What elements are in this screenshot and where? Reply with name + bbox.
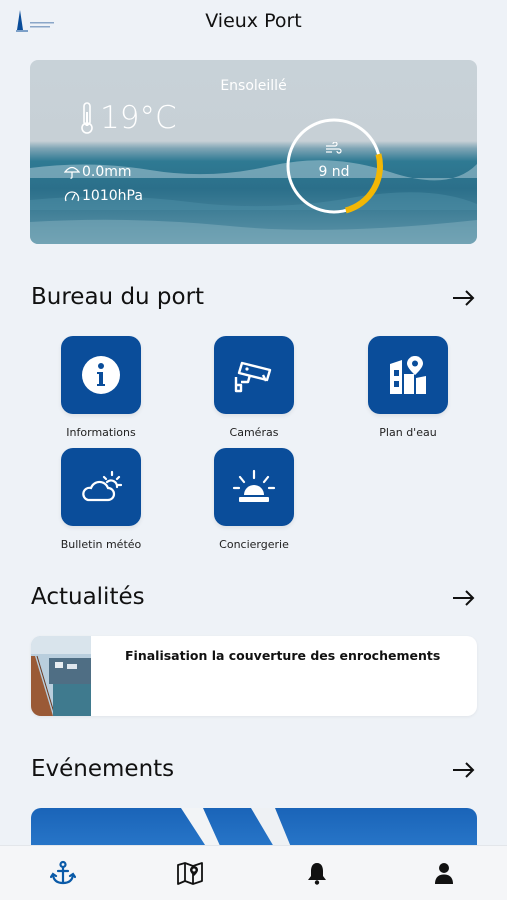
- plan-d-eau-button[interactable]: [368, 336, 448, 414]
- arrow-right-icon[interactable]: [452, 588, 476, 608]
- tile-informations[interactable]: Informations: [26, 336, 176, 439]
- section-title-bureau: Bureau du port: [31, 284, 205, 310]
- temperature-value: 19°C: [100, 100, 177, 136]
- bottom-navigation: [0, 845, 507, 900]
- conciergerie-button[interactable]: [214, 448, 294, 526]
- pressure-row: 1010hPa: [64, 188, 143, 204]
- rain-row: 0.0mm: [64, 164, 132, 180]
- umbrella-icon: [64, 166, 80, 179]
- informations-button[interactable]: [61, 336, 141, 414]
- cameras-button[interactable]: [214, 336, 294, 414]
- section-title-actualites: Actualités: [31, 584, 145, 610]
- tile-cameras[interactable]: Caméras: [179, 336, 329, 439]
- camera-icon: [234, 361, 272, 393]
- map-pin-icon: [390, 356, 426, 394]
- bell-icon: [307, 863, 326, 885]
- pressure-gauge-icon: [64, 191, 80, 202]
- pressure-value: 1010hPa: [82, 188, 143, 204]
- nav-notifications[interactable]: [297, 853, 337, 893]
- tile-bulletin-meteo[interactable]: Bulletin météo: [26, 448, 176, 551]
- tile-label: Bulletin météo: [60, 538, 142, 551]
- news-title: Finalisation la couverture des enrocheme…: [125, 648, 441, 663]
- rain-value: 0.0mm: [82, 164, 132, 180]
- temperature-row: 19°C: [80, 100, 177, 136]
- news-card[interactable]: Finalisation la couverture des enrocheme…: [31, 636, 477, 716]
- section-title-evenements: Evénements: [31, 756, 175, 782]
- thermometer-icon: [81, 102, 93, 134]
- arrow-right-icon[interactable]: [452, 288, 476, 308]
- nav-home[interactable]: [43, 853, 83, 893]
- header: Vieux Port: [0, 0, 507, 42]
- page-title: Vieux Port: [205, 10, 302, 32]
- user-icon: [434, 863, 453, 884]
- tile-label: Informations: [66, 426, 136, 439]
- weather-card[interactable]: Ensoleillé 19°C 0.0mm 1010hPa 9 nd: [30, 60, 477, 244]
- anchor-icon: [50, 860, 77, 885]
- wind-icon: [326, 142, 342, 154]
- port-logo: [16, 10, 54, 32]
- tile-label: Plan d'eau: [379, 426, 437, 439]
- arrow-right-icon[interactable]: [452, 760, 476, 780]
- siren-icon: [232, 469, 276, 502]
- tile-label: Caméras: [229, 426, 279, 439]
- bulletin-meteo-button[interactable]: [61, 448, 141, 526]
- tile-plan-d-eau[interactable]: Plan d'eau: [333, 336, 483, 439]
- tile-label: Conciergerie: [219, 538, 289, 551]
- info-icon: [82, 356, 120, 394]
- news-thumbnail: [31, 636, 91, 716]
- nav-profile[interactable]: [424, 853, 464, 893]
- wind-speed: 9 nd: [318, 164, 350, 180]
- weather-condition: Ensoleillé: [220, 78, 287, 94]
- tile-conciergerie[interactable]: Conciergerie: [179, 448, 329, 551]
- map-icon: [177, 862, 204, 885]
- nav-map[interactable]: [170, 853, 210, 893]
- weather-icon: [82, 470, 122, 502]
